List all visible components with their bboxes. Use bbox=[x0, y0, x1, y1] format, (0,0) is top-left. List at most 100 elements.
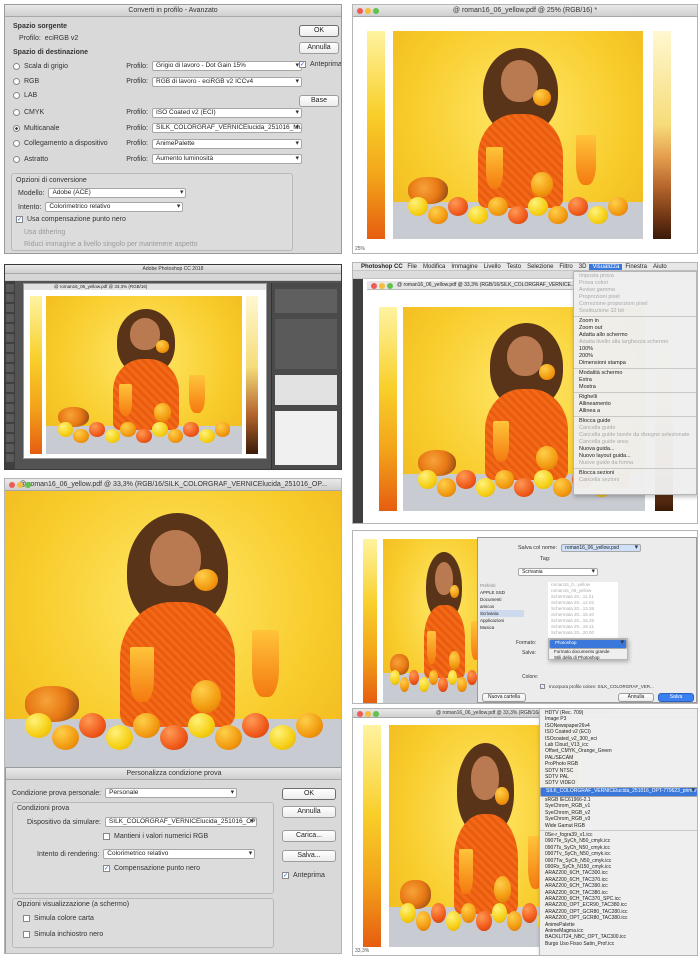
tool-icon[interactable] bbox=[6, 304, 14, 312]
dest-radio[interactable] bbox=[13, 78, 20, 85]
preview-checkbox[interactable] bbox=[299, 61, 306, 68]
dest-radio[interactable] bbox=[13, 155, 20, 163]
custom-condition-select[interactable]: Personale bbox=[105, 788, 238, 798]
zoom-icon[interactable] bbox=[25, 482, 31, 488]
tool-icon[interactable] bbox=[6, 384, 14, 392]
cancel-button[interactable]: Annulla bbox=[282, 806, 336, 818]
profile-option[interactable]: SILK_COLORGRAF_VERNICElucida_251016_OPT-… bbox=[540, 786, 697, 797]
sidebar-item[interactable]: APPLE SSD bbox=[480, 589, 524, 596]
tool-icon[interactable] bbox=[6, 294, 14, 302]
tool-icon[interactable] bbox=[6, 314, 14, 322]
intent-select[interactable]: Colorimetrico relativo bbox=[45, 202, 184, 212]
bpc-checkbox[interactable] bbox=[103, 865, 110, 872]
view-menu-item[interactable]: Modalità schermo bbox=[574, 370, 696, 377]
zoom-icon[interactable] bbox=[373, 8, 379, 14]
menu-4[interactable]: Testo bbox=[504, 264, 524, 270]
flatten-label[interactable]: Riduci immagine a livello singolo per ma… bbox=[24, 241, 198, 248]
bpc-checkbox[interactable] bbox=[16, 216, 23, 223]
save-button[interactable]: Salva... bbox=[282, 850, 336, 862]
black-ink-checkbox[interactable] bbox=[23, 931, 30, 938]
load-button[interactable]: Carica... bbox=[282, 830, 336, 842]
dest-radio[interactable] bbox=[13, 109, 20, 116]
tool-icon[interactable] bbox=[6, 414, 14, 422]
app-menu[interactable]: Photoshop CC bbox=[353, 264, 403, 270]
tool-icon[interactable] bbox=[6, 324, 14, 332]
menu-9[interactable]: Finestra bbox=[622, 264, 650, 270]
tool-icon[interactable] bbox=[6, 434, 14, 442]
menu-3[interactable]: Livello bbox=[481, 264, 504, 270]
tool-icon[interactable] bbox=[6, 334, 14, 342]
file-name-input[interactable]: roman16_06_yellow.psd bbox=[561, 544, 642, 552]
profile-option[interactable]: Burgo Uso Fisso Satin_Prof.icc bbox=[540, 941, 697, 947]
model-select[interactable]: Adobe (ACE) bbox=[48, 188, 187, 198]
view-menu-item[interactable]: Mostra bbox=[574, 384, 696, 391]
device-select[interactable]: SILK_COLORGRAF_VERNICElucida_251016_OPT-… bbox=[104, 817, 257, 827]
tool-icon[interactable] bbox=[6, 344, 14, 352]
view-menu-item[interactable]: Zoom out bbox=[574, 325, 696, 332]
tool-icon[interactable] bbox=[6, 454, 14, 462]
tool-icon[interactable] bbox=[6, 364, 14, 372]
view-menu-item[interactable]: Righelli bbox=[574, 394, 696, 401]
dest-radio[interactable] bbox=[13, 62, 20, 70]
embed-profile-checkbox[interactable] bbox=[540, 684, 545, 689]
profile-option[interactable]: SDTV VIDEO bbox=[540, 780, 697, 786]
minimize-icon[interactable] bbox=[365, 8, 371, 14]
dest-profile-select[interactable]: Aumento luminosità bbox=[152, 154, 302, 164]
tool-icon[interactable] bbox=[6, 404, 14, 412]
view-menu-item[interactable]: Blocca sezioni bbox=[574, 470, 696, 477]
format-option[interactable]: Photoshop bbox=[549, 639, 627, 649]
dest-profile-select[interactable]: RGB di lavoro - eciRGB v2 ICCv4 bbox=[152, 76, 302, 87]
dest-profile-select[interactable]: ISO Coated v2 (ECI) bbox=[152, 107, 302, 118]
location-select[interactable]: Scrivania bbox=[518, 568, 598, 576]
view-menu-item[interactable]: Adatta allo schermo bbox=[574, 332, 696, 339]
view-menu-item[interactable]: Allineamento bbox=[574, 401, 696, 408]
menu-10[interactable]: Aiuto bbox=[650, 264, 670, 270]
sidebar-item[interactable]: amicos bbox=[480, 603, 524, 610]
tool-icon[interactable] bbox=[6, 354, 14, 362]
view-menu-item[interactable]: Nuovo layout guida... bbox=[574, 453, 696, 460]
menu-0[interactable]: File bbox=[404, 264, 420, 270]
keep-rgb-checkbox[interactable] bbox=[103, 833, 110, 840]
tool-icon[interactable] bbox=[6, 424, 14, 432]
format-option[interactable]: Stili della di Photoshop bbox=[549, 655, 627, 661]
new-folder-button[interactable]: Nuova cartella bbox=[482, 693, 526, 702]
view-menu-item[interactable]: Allinea a bbox=[574, 408, 696, 415]
dest-radio[interactable] bbox=[13, 140, 20, 147]
menu-6[interactable]: Filtro bbox=[556, 264, 575, 270]
profile-option[interactable]: Wide Gamut RGB bbox=[540, 823, 697, 829]
sidebar-item[interactable]: Scrivania bbox=[480, 610, 524, 617]
close-icon[interactable] bbox=[9, 482, 15, 488]
ok-button[interactable]: OK bbox=[282, 788, 336, 800]
dither-label[interactable]: Usa dithering bbox=[24, 229, 65, 236]
save-button[interactable]: Salva bbox=[658, 693, 694, 702]
file-item[interactable]: Schermata 20...20.00 bbox=[548, 630, 618, 636]
view-menu-item[interactable]: Dimensioni stampa bbox=[574, 360, 696, 367]
dest-profile-select[interactable]: Grigio di lavoro - Dot Gain 15% bbox=[152, 61, 302, 71]
dest-radio[interactable] bbox=[13, 124, 20, 132]
view-menu-item[interactable]: Zoom in bbox=[574, 318, 696, 325]
sidebar-item[interactable]: Documenti bbox=[480, 596, 524, 603]
basic-button[interactable]: Base bbox=[299, 95, 339, 107]
menu-1[interactable]: Modifica bbox=[420, 264, 448, 270]
dest-profile-select[interactable]: AnimePalette bbox=[152, 138, 302, 149]
view-menu-item[interactable]: Blocca guide bbox=[574, 418, 696, 425]
minimize-icon[interactable] bbox=[17, 482, 23, 488]
paper-color-checkbox[interactable] bbox=[23, 915, 30, 922]
tool-icon[interactable] bbox=[6, 284, 14, 292]
tool-icon[interactable] bbox=[6, 394, 14, 402]
cancel-button[interactable]: Annulla bbox=[299, 42, 339, 54]
view-menu-item[interactable]: Nuova guida... bbox=[574, 446, 696, 453]
rendering-intent-select[interactable]: Colorimetrico relativo bbox=[103, 849, 256, 859]
ok-button[interactable]: OK bbox=[299, 25, 339, 37]
close-icon[interactable] bbox=[357, 8, 363, 14]
dest-profile-select[interactable]: SILK_COLORGRAF_VERNICElucida_251016_Mult… bbox=[152, 123, 302, 133]
document-tab[interactable]: @ roman16_06_yellow.pdf @ 33,3% (RGB/16) bbox=[24, 284, 266, 290]
tool-icon[interactable] bbox=[6, 444, 14, 452]
cancel-button[interactable]: Annulla bbox=[618, 693, 654, 702]
view-menu-item[interactable]: 200% bbox=[574, 353, 696, 360]
menu-5[interactable]: Selezione bbox=[524, 264, 556, 270]
sidebar-item[interactable]: Applicazioni bbox=[480, 617, 524, 624]
view-menu-item[interactable]: 100% bbox=[574, 346, 696, 353]
sidebar-item[interactable]: Musica bbox=[480, 624, 524, 631]
menu-2[interactable]: Immagine bbox=[448, 264, 480, 270]
